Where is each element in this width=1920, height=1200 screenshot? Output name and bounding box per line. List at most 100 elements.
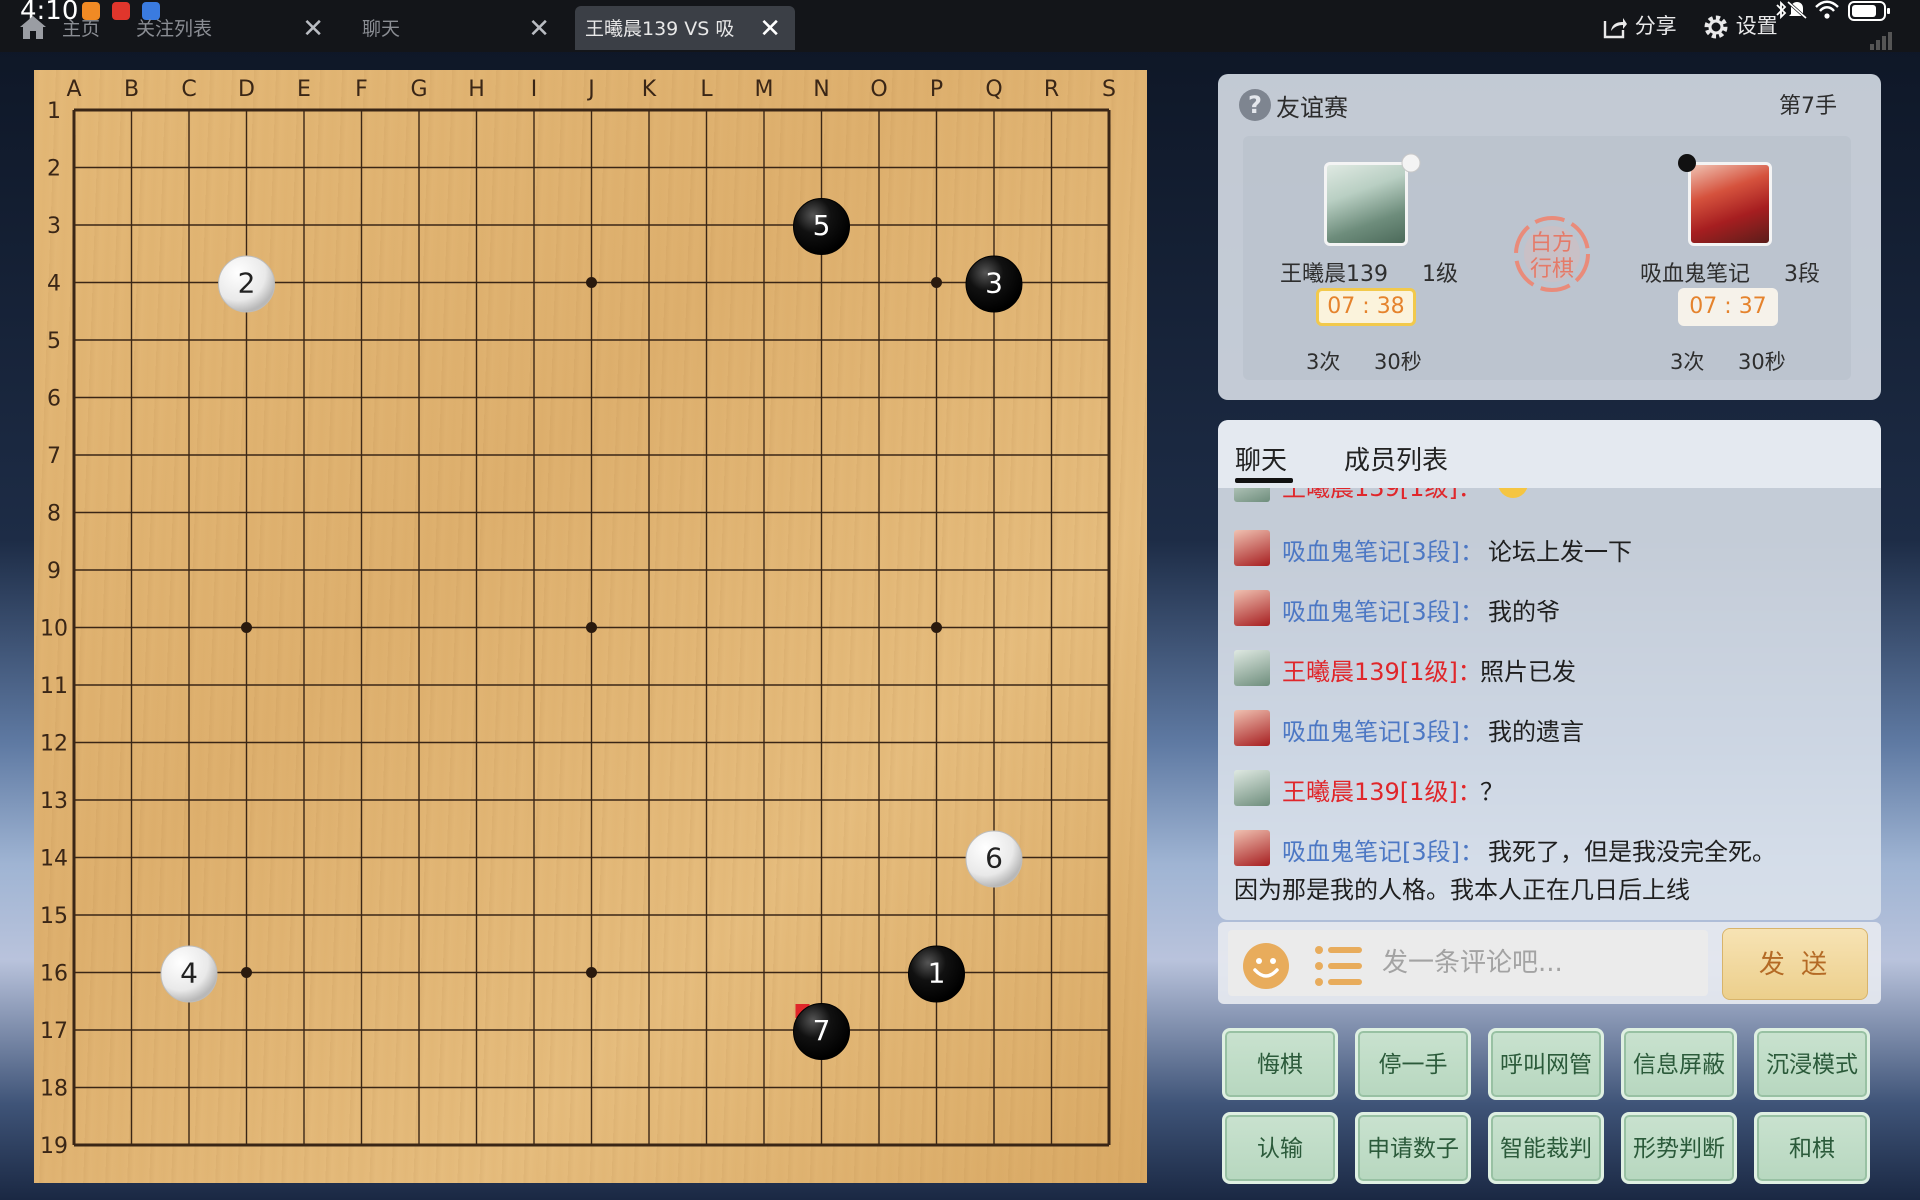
- row-label: 19: [40, 1134, 68, 1159]
- row-label: 14: [40, 847, 68, 872]
- message-sender: 吸血鬼笔记[3段]：: [1282, 598, 1484, 626]
- stone-move-number: 5: [813, 209, 831, 242]
- chat-message: 吸血鬼笔记[3段]： 我的爷: [1234, 590, 1874, 628]
- column-label: B: [124, 77, 139, 102]
- chat-message: 吸血鬼笔记[3段]： 我的遗言: [1234, 710, 1874, 748]
- row-label: 3: [47, 214, 61, 239]
- message-text: 我的遗言: [1488, 718, 1584, 746]
- share-button[interactable]: 分享: [1602, 10, 1677, 40]
- close-icon[interactable]: ✕: [302, 6, 324, 52]
- row-label: 11: [40, 674, 68, 699]
- column-label: M: [755, 77, 774, 102]
- message-text: 照片已发: [1480, 658, 1576, 686]
- chat-message-list[interactable]: 王曦晨139[1级]： 吸血鬼笔记[3段]： 论坛上发一下 吸血鬼笔记[3段]：…: [1218, 488, 1881, 920]
- stone-move-number: 2: [238, 267, 256, 300]
- star-point: [241, 622, 252, 633]
- resign-button[interactable]: 认输: [1222, 1112, 1338, 1184]
- row-label: 9: [47, 559, 61, 584]
- wifi-icon: [1815, 0, 1839, 19]
- column-label: S: [1102, 77, 1116, 102]
- black-player-avatar[interactable]: [1688, 162, 1772, 246]
- match-info-panel: ? 友谊赛 第7手 王曦晨139 1级 07 : 38 3次 30秒 白方 行棋…: [1218, 74, 1881, 400]
- gear-icon: [1704, 15, 1728, 39]
- list-icon[interactable]: [1314, 944, 1364, 988]
- block-messages-button[interactable]: 信息屏蔽: [1621, 1028, 1737, 1100]
- column-label: A: [66, 77, 81, 102]
- offer-draw-button[interactable]: 和棋: [1754, 1112, 1870, 1184]
- row-label: 15: [40, 904, 68, 929]
- column-label: Q: [985, 77, 1002, 102]
- svg-text:?: ?: [1248, 91, 1262, 119]
- turn-indicator-seal: 白方 行棋: [1514, 216, 1590, 292]
- request-counting-button[interactable]: 申请数子: [1355, 1112, 1471, 1184]
- white-byoyomi-count: 3次: [1306, 350, 1341, 374]
- chat-tab-bar: 聊天 成员列表: [1218, 420, 1881, 488]
- settings-label: 设置: [1735, 14, 1778, 38]
- message-sender: 王曦晨139[1级]：: [1282, 488, 1482, 502]
- white-player-avatar[interactable]: [1324, 162, 1408, 246]
- avatar: [1234, 590, 1270, 626]
- tab-label: 关注列表: [136, 18, 213, 40]
- white-stone-indicator: [1401, 153, 1421, 173]
- comment-box: [1228, 930, 1708, 996]
- message-sender: 吸血鬼笔记[3段]：: [1282, 838, 1484, 866]
- help-icon[interactable]: ?: [1238, 88, 1272, 122]
- tab-chat[interactable]: 聊天 ✕: [340, 6, 564, 50]
- ai-judge-button[interactable]: 智能裁判: [1488, 1112, 1604, 1184]
- row-label: 5: [47, 329, 61, 354]
- row-label: 13: [40, 789, 68, 814]
- row-label: 4: [47, 272, 61, 297]
- avatar: [1234, 830, 1270, 866]
- chat-message: 吸血鬼笔记[3段]： 我死了，但是我没完全死。: [1234, 830, 1874, 868]
- stone-move-number: 7: [813, 1014, 831, 1047]
- tab-label: 聊天: [362, 18, 401, 40]
- send-button[interactable]: 发 送: [1722, 928, 1868, 1000]
- column-label: D: [238, 77, 255, 102]
- position-evaluation-button[interactable]: 形势判断: [1621, 1112, 1737, 1184]
- close-icon[interactable]: ✕: [759, 6, 781, 52]
- message-sender: 王曦晨139[1级]：: [1282, 778, 1482, 806]
- comment-input[interactable]: [1380, 944, 1694, 982]
- chat-message: 王曦晨139[1级]： 照片已发: [1234, 650, 1874, 688]
- tab-game[interactable]: 王曦晨139 VS 吸 ✕: [575, 6, 795, 50]
- avatar: [1234, 710, 1270, 746]
- chat-message-partial: 王曦晨139[1级]：: [1234, 488, 1874, 502]
- column-label: L: [700, 77, 713, 102]
- tab-home[interactable]: 主页: [40, 6, 120, 50]
- mute-icon: [1787, 0, 1807, 20]
- avatar: [1234, 530, 1270, 566]
- immersive-mode-button[interactable]: 沉浸模式: [1754, 1028, 1870, 1100]
- star-point: [586, 277, 597, 288]
- stone-move-number: 1: [928, 957, 946, 990]
- avatar: [1234, 650, 1270, 686]
- message-sender: 吸血鬼笔记[3段]：: [1282, 538, 1484, 566]
- tab-member-list[interactable]: 成员列表: [1344, 440, 1448, 477]
- board-grid[interactable]: A B C D E F G H I J K L M N O P Q R S123456789101112131415…: [34, 70, 1147, 1183]
- column-label: O: [870, 77, 887, 102]
- row-label: 1: [47, 99, 61, 124]
- emoji-button-icon[interactable]: [1242, 942, 1290, 990]
- undo-move-button[interactable]: 悔棋: [1222, 1028, 1338, 1100]
- stone-move-number: 6: [985, 842, 1003, 875]
- turn-label-line1: 白方: [1530, 231, 1574, 256]
- column-label: R: [1044, 77, 1059, 102]
- settings-button[interactable]: 设置: [1703, 10, 1778, 40]
- tab-follow-list[interactable]: 关注列表 ✕: [114, 6, 338, 50]
- avatar: [1234, 488, 1270, 502]
- chat-panel: 聊天 成员列表 王曦晨139[1级]： 吸血鬼笔记[3段]： 论坛上发一下 吸血…: [1218, 420, 1881, 920]
- turn-label-line2: 行棋: [1530, 257, 1574, 282]
- row-label: 10: [40, 617, 68, 642]
- star-point: [241, 967, 252, 978]
- close-icon[interactable]: ✕: [528, 6, 550, 52]
- message-sender: 王曦晨139[1级]：: [1282, 658, 1482, 686]
- tab-chat-messages[interactable]: 聊天: [1235, 440, 1287, 477]
- tab-label: 主页: [62, 18, 101, 40]
- row-label: 6: [47, 387, 61, 412]
- black-stone-indicator: [1678, 154, 1696, 172]
- pass-button[interactable]: 停一手: [1355, 1028, 1471, 1100]
- emoji-icon: [1498, 488, 1528, 498]
- chat-message: 吸血鬼笔记[3段]： 论坛上发一下: [1234, 530, 1874, 568]
- stone-move-number: 4: [180, 957, 198, 990]
- go-board[interactable]: A B C D E F G H I J K L M N O P Q R S 1 2 3 4 5 6 7 8 9 10 11 12 13 14 15…: [34, 70, 1147, 1183]
- call-admin-button[interactable]: 呼叫网管: [1488, 1028, 1604, 1100]
